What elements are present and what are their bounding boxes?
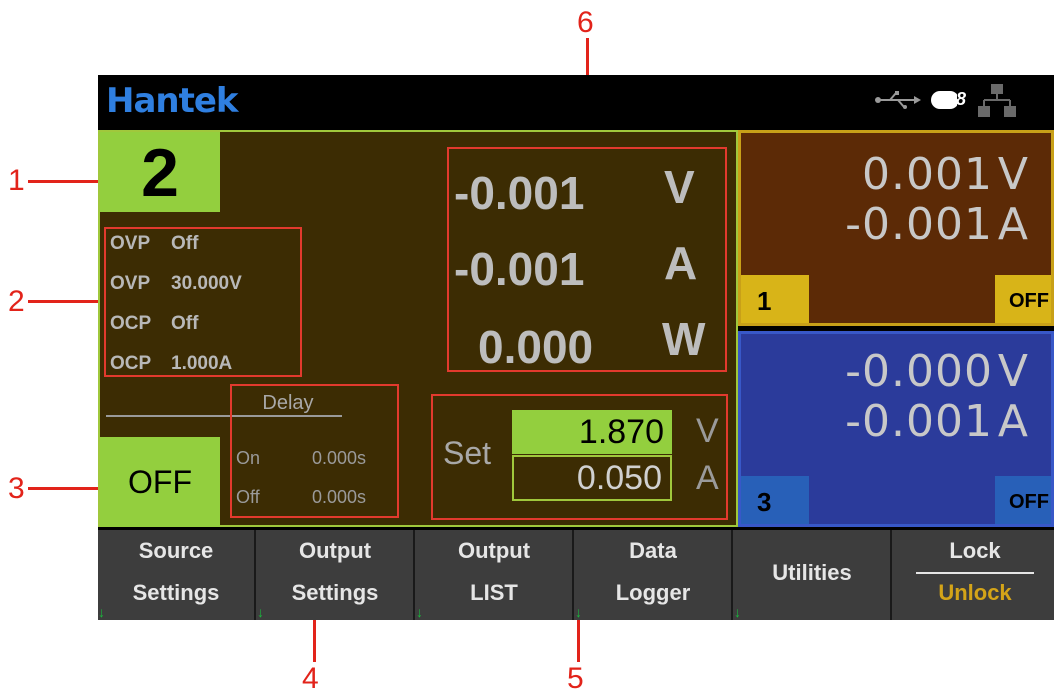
usb-icon	[874, 89, 922, 111]
softkey-source-settings-line1: Source	[138, 538, 214, 563]
softkey-output-settings-line1: Output	[298, 538, 372, 563]
toggle-icon: 8	[930, 87, 974, 113]
lock-divider	[916, 572, 1034, 574]
channel-1-panel[interactable]: 0.001 V -0.001 A 1 OFF	[738, 130, 1054, 326]
softkey-output-list[interactable]: Output LIST ↓	[416, 530, 574, 620]
annotation-box-measured	[447, 147, 727, 372]
submenu-arrow-icon: ↓	[257, 604, 264, 620]
toggle-icon-text: 8	[956, 89, 967, 109]
channel-3-voltage: -0.000	[845, 346, 993, 397]
callout-1: 1	[8, 164, 25, 197]
channel-3-number: 3	[741, 476, 809, 524]
channel-3-voltage-unit: V	[997, 346, 1029, 397]
callout-1-line	[28, 180, 98, 183]
softkey-bar: Source Settings ↓ Output Settings ↓ Outp…	[98, 530, 1054, 620]
channel-3-current: -0.001	[845, 396, 993, 447]
callout-4: 4	[302, 662, 319, 695]
softkey-lock[interactable]: Lock Unlock	[896, 530, 1054, 620]
callout-6: 6	[577, 6, 594, 39]
softkey-source-settings[interactable]: Source Settings ↓	[98, 530, 256, 620]
channel-3-current-unit: A	[997, 396, 1029, 447]
softkey-data-logger-line1: Data	[629, 538, 677, 563]
channel-1-voltage-unit: V	[997, 149, 1029, 200]
channel-3-panel[interactable]: -0.000 V -0.001 A 3 OFF	[738, 331, 1054, 527]
channel-3-state[interactable]: OFF	[995, 476, 1051, 524]
channel-2-number: 2	[100, 132, 220, 212]
callout-3: 3	[8, 472, 25, 505]
softkey-data-logger[interactable]: Data Logger ↓	[575, 530, 733, 620]
submenu-arrow-icon: ↓	[98, 604, 105, 620]
submenu-arrow-icon: ↓	[575, 604, 582, 620]
annotation-box-delay	[230, 384, 399, 518]
softkey-output-list-line2: LIST	[470, 580, 518, 605]
softkey-utilities[interactable]: Utilities ↓	[734, 530, 892, 620]
channel-1-current-unit: A	[997, 199, 1029, 250]
channel-1-state[interactable]: OFF	[995, 275, 1051, 323]
callout-5: 5	[567, 662, 584, 695]
annotation-box-protection	[104, 227, 302, 377]
callout-2: 2	[8, 285, 25, 318]
channel-1-voltage: 0.001	[862, 149, 993, 200]
softkey-utilities-label: Utilities	[772, 560, 852, 585]
network-icon	[978, 83, 1016, 119]
softkey-lock-line2: Unlock	[938, 580, 1012, 605]
channel-1-number: 1	[741, 275, 809, 323]
softkey-output-settings[interactable]: Output Settings ↓	[257, 530, 415, 620]
softkey-data-logger-line2: Logger	[615, 580, 691, 605]
annotation-box-set	[431, 394, 728, 520]
brand-logo: Hantek	[106, 81, 239, 121]
channel-1-current: -0.001	[845, 199, 993, 250]
submenu-arrow-icon: ↓	[416, 604, 423, 620]
softkey-output-list-line1: Output	[457, 538, 531, 563]
callout-2-line	[28, 300, 104, 303]
softkey-source-settings-line2: Settings	[132, 580, 220, 605]
submenu-arrow-icon: ↓	[734, 604, 741, 620]
output-toggle-button[interactable]: OFF	[100, 437, 220, 527]
softkey-lock-line1: Lock	[949, 538, 1001, 563]
softkey-output-settings-line2: Settings	[291, 580, 379, 605]
